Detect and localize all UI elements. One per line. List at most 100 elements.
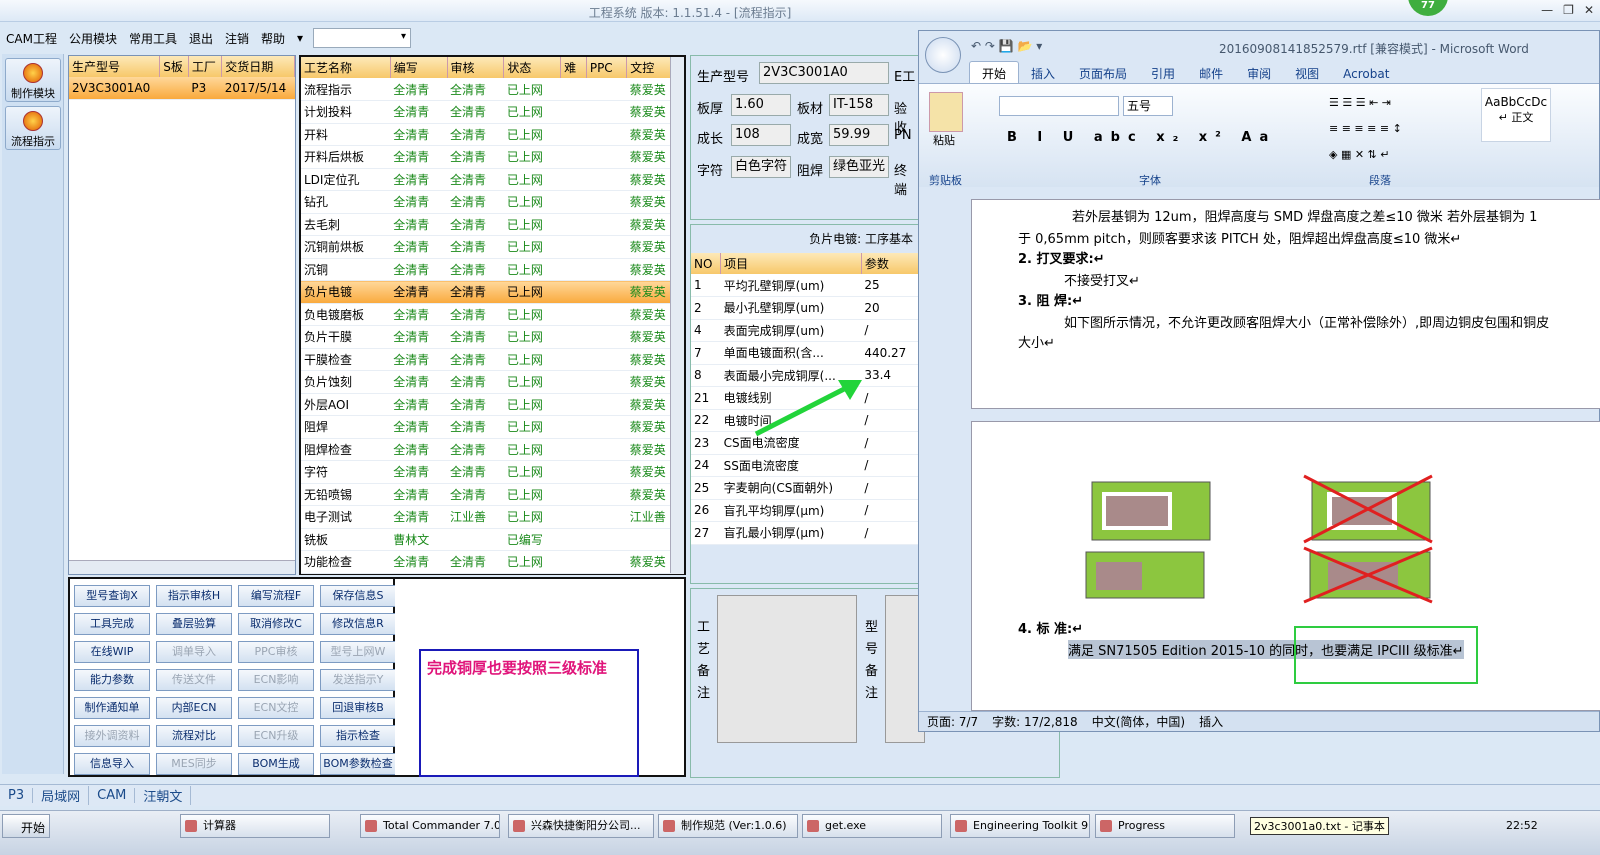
restore-icon[interactable]: ❐ [1563, 3, 1574, 17]
table-row[interactable]: 4 表面完成铜厚(um) / [691, 319, 919, 342]
action-button[interactable]: 制作通知单 [74, 697, 150, 719]
quick-access-icon[interactable]: ↶ ↷ 💾 📂 ▾ [971, 39, 1042, 53]
action-button[interactable]: 修改信息R [320, 613, 396, 635]
param-col-header[interactable]: 参数 [861, 253, 920, 274]
notification-badge[interactable]: 77 [1408, 0, 1448, 16]
ribbon-tab[interactable]: 页面布局 [1067, 62, 1139, 85]
process-col-header[interactable]: 审核 [447, 57, 505, 78]
char-field[interactable]: 白色字符 [731, 156, 791, 178]
table-row[interactable]: 25 字麦朝向(CS面朝外) / [691, 476, 919, 500]
table-row[interactable]: 负电镀磨板 全清青 全清青 已上网 蔡爱英 [301, 303, 684, 326]
table-row[interactable]: 阻焊 全清青 全清青 已上网 蔡爱英 [301, 415, 684, 439]
table-row[interactable]: 26 盲孔平均铜厚(μm) / [691, 499, 919, 522]
start-button[interactable]: 开始 [2, 814, 50, 838]
col-delivery[interactable]: 交货日期 [221, 56, 295, 77]
action-button[interactable]: 能力参数 [74, 669, 150, 691]
action-button[interactable]: 流程对比 [156, 725, 232, 747]
action-button[interactable]: 编写流程F [238, 585, 314, 607]
menu-logout[interactable]: 注销 [219, 30, 255, 47]
paragraph-icons[interactable]: ☰ ☰ ☰ ⇤ ⇥ ≡ ≡ ≡ ≡ ≡ ↕ ◈ ▦ ✕ ⇅ ↵ [1329, 96, 1479, 161]
table-row[interactable]: 2V3C3001A0 P3 2017/5/14 [69, 77, 295, 100]
param-col-header[interactable]: 项目 [720, 253, 862, 274]
action-button[interactable]: 保存信息S [320, 585, 396, 607]
style-normal[interactable]: AaBbCcDc ↵ 正文 [1481, 88, 1551, 142]
taskbar-item[interactable]: 兴森快捷衡阳分公司... [508, 814, 654, 838]
action-button[interactable]: 内部ECN [156, 697, 232, 719]
action-button[interactable]: 回退审核B [320, 697, 396, 719]
table-row[interactable]: 功能检查 全清青 全清青 已上网 蔡爱英 [301, 550, 684, 574]
action-button[interactable]: 型号查询X [74, 585, 150, 607]
craft-remark-input[interactable] [717, 595, 857, 743]
ribbon-tab[interactable]: 开始 [969, 61, 1020, 85]
action-button[interactable]: ECN升级 [238, 725, 314, 747]
table-row[interactable]: 27 盲孔最小铜厚(μm) / [691, 521, 919, 545]
table-row[interactable]: 去毛刺 全清青 全清青 已上网 蔡爱英 [301, 213, 684, 236]
col-factory[interactable]: 工厂 [188, 56, 223, 77]
process-col-header[interactable]: 编写 [390, 57, 448, 78]
param-col-header[interactable]: NO [691, 253, 722, 274]
table-row[interactable]: 负片干膜 全清青 全清青 已上网 蔡爱英 [301, 325, 684, 349]
table-row[interactable]: 7 单面电镀面积(含... 440.27 [691, 341, 919, 365]
action-button[interactable]: 发送指示Y [320, 669, 396, 691]
taskbar-item[interactable]: get.exe [802, 814, 942, 838]
paste-icon[interactable] [929, 92, 963, 132]
make-module-button[interactable]: 制作模块 [5, 58, 61, 102]
action-button[interactable]: 工具完成 [74, 613, 150, 635]
flow-indicate-button[interactable]: 流程指示 [5, 106, 61, 150]
process-col-header[interactable]: 工艺名称 [301, 57, 391, 78]
col-model[interactable]: 生产型号 [69, 56, 161, 77]
action-button[interactable]: 指示审核H [156, 585, 232, 607]
table-row[interactable]: 2 最小孔壁铜厚(um) 20 [691, 296, 919, 320]
taskbar-item[interactable]: 制作规范 (Ver:1.0.6) [658, 814, 798, 838]
ribbon-tab[interactable]: 插入 [1019, 62, 1067, 85]
action-button[interactable]: 取消修改C [238, 613, 314, 635]
table-row[interactable]: 电子测试 全清青 江业善 已上网 江业善 [301, 505, 684, 529]
horizontal-scrollbar[interactable] [69, 560, 295, 574]
table-row[interactable]: 钻孔 全清青 全清青 已上网 蔡爱英 [301, 190, 684, 214]
action-button[interactable]: 指示检查 [320, 725, 396, 747]
font-family-select[interactable] [999, 96, 1119, 116]
process-col-header[interactable]: 状态 [503, 57, 562, 78]
chevron-down-icon[interactable]: ▾ [291, 31, 309, 45]
table-row[interactable]: 无铅喷锡 全清青 全清青 已上网 蔡爱英 [301, 483, 684, 506]
table-row[interactable]: 负片电镀 全清青 全清青 已上网 蔡爱英 [301, 280, 684, 304]
action-button[interactable]: 在线WIP [74, 641, 150, 663]
table-row[interactable]: 计划投料 全清青 全清青 已上网 蔡爱英 [301, 100, 684, 124]
action-button[interactable]: 叠层验算 [156, 613, 232, 635]
ribbon-tab[interactable]: 审阅 [1235, 62, 1283, 85]
table-row[interactable]: 外层AOI 全清青 全清青 已上网 蔡爱英 [301, 393, 684, 416]
action-button[interactable]: 信息导入 [74, 753, 150, 775]
table-row[interactable]: 字符 全清青 全清青 已上网 蔡爱英 [301, 460, 684, 484]
table-row[interactable]: 铣板 曹林文 已编写 [301, 528, 684, 551]
menu-tools[interactable]: 常用工具 [123, 30, 183, 47]
menu-common-module[interactable]: 公用模块 [63, 30, 123, 47]
table-row[interactable]: 沉铜前烘板 全清青 全清青 已上网 蔡爱英 [301, 235, 684, 259]
table-row[interactable]: 开料后烘板 全清青 全清青 已上网 蔡爱英 [301, 145, 684, 169]
menu-exit[interactable]: 退出 [183, 30, 219, 47]
action-button[interactable]: 接外调资料 [74, 725, 150, 747]
ribbon-tab[interactable]: 邮件 [1187, 62, 1235, 85]
action-button[interactable]: 调单导入 [156, 641, 232, 663]
action-button[interactable]: BOM生成 [238, 753, 314, 775]
table-row[interactable]: 开料 全清青 全清青 已上网 蔡爱英 [301, 123, 684, 146]
action-button[interactable]: ECN影响 [238, 669, 314, 691]
material-field[interactable]: IT-158 [829, 94, 889, 116]
table-row[interactable]: 1 平均孔壁铜厚(um) 25 [691, 274, 919, 297]
action-button[interactable]: MES同步 [156, 753, 232, 775]
action-button[interactable]: 型号上网W [320, 641, 396, 663]
width-field[interactable]: 59.99 [829, 124, 889, 146]
table-row[interactable]: 沉铜 全清青 全清青 已上网 蔡爱英 [301, 258, 684, 281]
process-col-header[interactable]: PPC [586, 57, 628, 78]
action-button[interactable]: PPC审核 [238, 641, 314, 663]
action-button[interactable]: 传送文件 [156, 669, 232, 691]
taskbar-item[interactable]: Engineering Toolkit 9.... [950, 814, 1090, 838]
menu-cam[interactable]: CAM工程 [0, 30, 63, 47]
mask-field[interactable]: 绿色亚光 [829, 156, 889, 178]
taskbar-item[interactable]: Progress [1095, 814, 1235, 838]
ribbon-tab[interactable]: 引用 [1139, 62, 1187, 85]
table-row[interactable]: 干膜检查 全清青 全清青 已上网 蔡爱英 [301, 348, 684, 371]
taskbar-item[interactable]: 计算器 [180, 814, 330, 838]
action-button[interactable]: BOM参数检查 [320, 753, 396, 775]
length-field[interactable]: 108 [731, 124, 791, 146]
table-row[interactable]: LDI定位孔 全清青 全清青 已上网 蔡爱英 [301, 168, 684, 191]
